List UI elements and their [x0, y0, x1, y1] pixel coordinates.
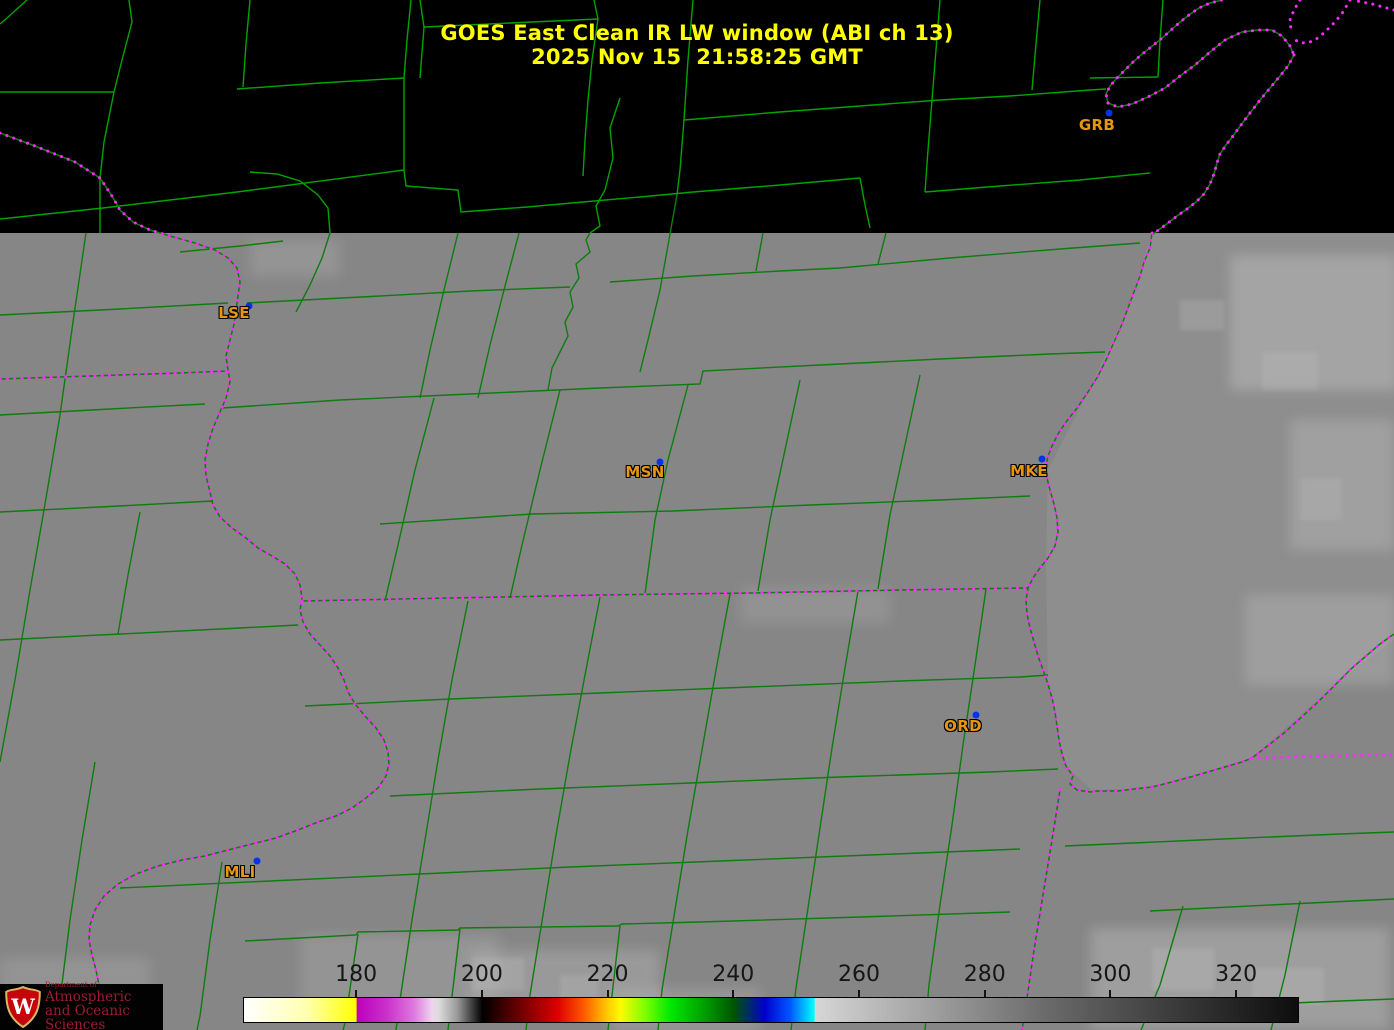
product-timestamp: 2025 Nov 15 21:58:25 GMT — [531, 45, 863, 69]
station-label-GRB: GRB — [1078, 116, 1116, 134]
crest-letter: W — [10, 994, 35, 1019]
colorbar — [243, 997, 1299, 1023]
colorbar-tick-260 — [858, 990, 860, 997]
station-label-ORD: ORD — [944, 717, 982, 735]
colorbar-tick-label-220: 220 — [586, 962, 629, 987]
colorbar-tick-320 — [1235, 990, 1238, 997]
colorbar-tick-label-200: 200 — [460, 962, 503, 987]
colorbar-tick-220 — [606, 990, 609, 997]
station-label-MKE: MKE — [1010, 462, 1048, 480]
logo-text: Department of Atmospheric and Oceanic Sc… — [45, 980, 163, 1030]
uw-crest-icon: W — [5, 986, 41, 1028]
logo-department-label: Department of — [45, 980, 97, 989]
colorbar-tick-label-240: 240 — [712, 962, 755, 987]
colorbar-tick-280 — [983, 990, 986, 997]
station-label-LSE: LSE — [218, 304, 250, 322]
colorbar-tick-180 — [355, 990, 358, 997]
colorbar-tick-label-180: 180 — [335, 962, 378, 987]
station-label-MSN: MSN — [625, 463, 665, 481]
colorbar-tick-240 — [732, 990, 735, 997]
colorbar-tick-200 — [480, 990, 483, 997]
colorbar-tick-label-320: 320 — [1215, 962, 1258, 987]
map-overlay — [0, 0, 1394, 1030]
logo-line2: and Oceanic Sciences — [45, 1003, 130, 1030]
colorbar-tick-label-280: 280 — [963, 962, 1006, 987]
satellite-image-viewport: GOES East Clean IR LW window (ABI ch 13)… — [0, 0, 1394, 1030]
station-label-MLI: MLI — [224, 863, 256, 881]
colorbar-tick-300 — [1109, 990, 1112, 997]
institution-logo: W Department of Atmospheric and Oceanic … — [0, 980, 163, 1030]
logo-line1: Atmospheric — [45, 988, 132, 1005]
colorbar-tick-label-260: 260 — [838, 962, 880, 987]
colorbar-tick-label-300: 300 — [1089, 962, 1132, 987]
product-title: GOES East Clean IR LW window (ABI ch 13) — [440, 21, 954, 45]
